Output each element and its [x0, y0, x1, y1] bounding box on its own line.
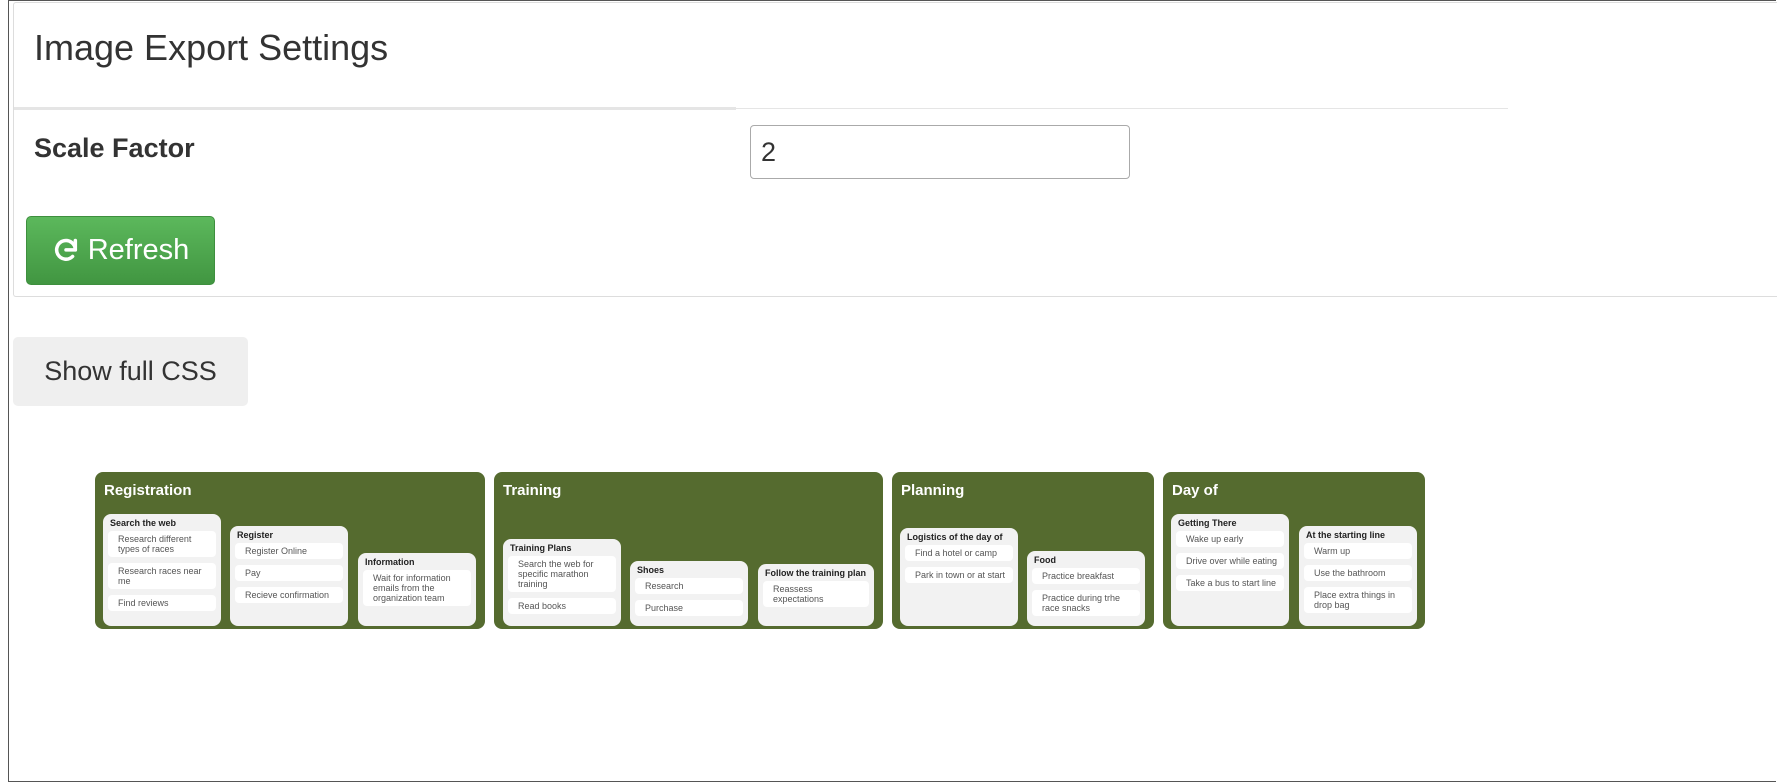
- card[interactable]: Find reviews: [108, 595, 216, 611]
- show-full-css-button[interactable]: Show full CSS: [13, 337, 248, 406]
- lane-planning: Planning Logistics of the day of Find a …: [892, 472, 1154, 629]
- card[interactable]: Read books: [508, 598, 616, 614]
- card[interactable]: Take a bus to start line: [1176, 575, 1284, 591]
- card[interactable]: Place extra things in drop bag: [1304, 587, 1412, 613]
- card[interactable]: Research different types of races: [108, 531, 216, 557]
- card[interactable]: Research: [635, 578, 743, 594]
- card[interactable]: Find a hotel or camp: [905, 545, 1013, 561]
- lane-title: Training: [503, 482, 562, 499]
- card[interactable]: Search the web for specific marathon tra…: [508, 556, 616, 592]
- column-title: Shoes: [637, 565, 665, 575]
- divider: [14, 107, 736, 110]
- card[interactable]: Drive over while eating: [1176, 553, 1284, 569]
- panel-title: Image Export Settings: [34, 27, 389, 68]
- lane-title: Day of: [1172, 482, 1218, 499]
- lane-title: Registration: [104, 482, 192, 499]
- column-at-the-starting-line: At the starting line Warm up Use the bat…: [1299, 526, 1417, 626]
- column-register: Register Register Online Pay Recieve con…: [230, 526, 348, 626]
- card[interactable]: Practice during trhe race snacks: [1032, 590, 1140, 616]
- column-food: Food Practice breakfast Practice during …: [1027, 551, 1145, 626]
- column-getting-there: Getting There Wake up early Drive over w…: [1171, 514, 1289, 626]
- card[interactable]: Reassess expectations: [763, 581, 869, 607]
- column-title: Information: [365, 557, 415, 567]
- lane-training: Training Training Plans Search the web f…: [494, 472, 883, 629]
- card[interactable]: Use the bathroom: [1304, 565, 1412, 581]
- scale-factor-input[interactable]: [750, 125, 1130, 179]
- card[interactable]: Wake up early: [1176, 531, 1284, 547]
- card[interactable]: Park in town or at start: [905, 567, 1013, 583]
- column-title: At the starting line: [1306, 530, 1386, 540]
- card[interactable]: Pay: [235, 565, 343, 581]
- card[interactable]: Warm up: [1304, 543, 1412, 559]
- column-title: Getting There: [1178, 518, 1237, 528]
- column-search-the-web: Search the web Research different types …: [103, 514, 221, 626]
- refresh-icon: [54, 238, 77, 261]
- column-information: Information Wait for information emails …: [358, 553, 476, 626]
- refresh-label: Refresh: [87, 234, 190, 266]
- divider: [736, 108, 1508, 109]
- card[interactable]: Purchase: [635, 600, 743, 616]
- column-title: Logistics of the day of: [907, 532, 1003, 542]
- scale-factor-label: Scale Factor: [34, 133, 195, 163]
- card[interactable]: Recieve confirmation: [235, 587, 343, 603]
- column-training-plans: Training Plans Search the web for specif…: [503, 539, 621, 626]
- refresh-button[interactable]: Refresh: [26, 216, 215, 285]
- card[interactable]: Practice breakfast: [1032, 568, 1140, 584]
- column-follow-the-training-plan: Follow the training plan Reassess expect…: [758, 564, 874, 626]
- card[interactable]: Wait for information emails from the org…: [363, 570, 471, 606]
- export-settings-panel: Image Export Settings Scale Factor Refre…: [13, 2, 1777, 297]
- lane-registration: Registration Search the web Research dif…: [95, 472, 485, 629]
- card[interactable]: Register Online: [235, 543, 343, 559]
- lane-day-of: Day of Getting There Wake up early Drive…: [1163, 472, 1425, 629]
- column-title: Register: [237, 530, 274, 540]
- column-title: Search the web: [110, 518, 177, 528]
- column-shoes: Shoes Research Purchase: [630, 561, 748, 626]
- lane-title: Planning: [901, 482, 965, 499]
- card[interactable]: Research races near me: [108, 563, 216, 589]
- column-title: Follow the training plan: [765, 568, 866, 578]
- column-title: Food: [1034, 555, 1056, 565]
- column-logistics: Logistics of the day of Find a hotel or …: [900, 528, 1018, 626]
- column-title: Training Plans: [510, 543, 572, 553]
